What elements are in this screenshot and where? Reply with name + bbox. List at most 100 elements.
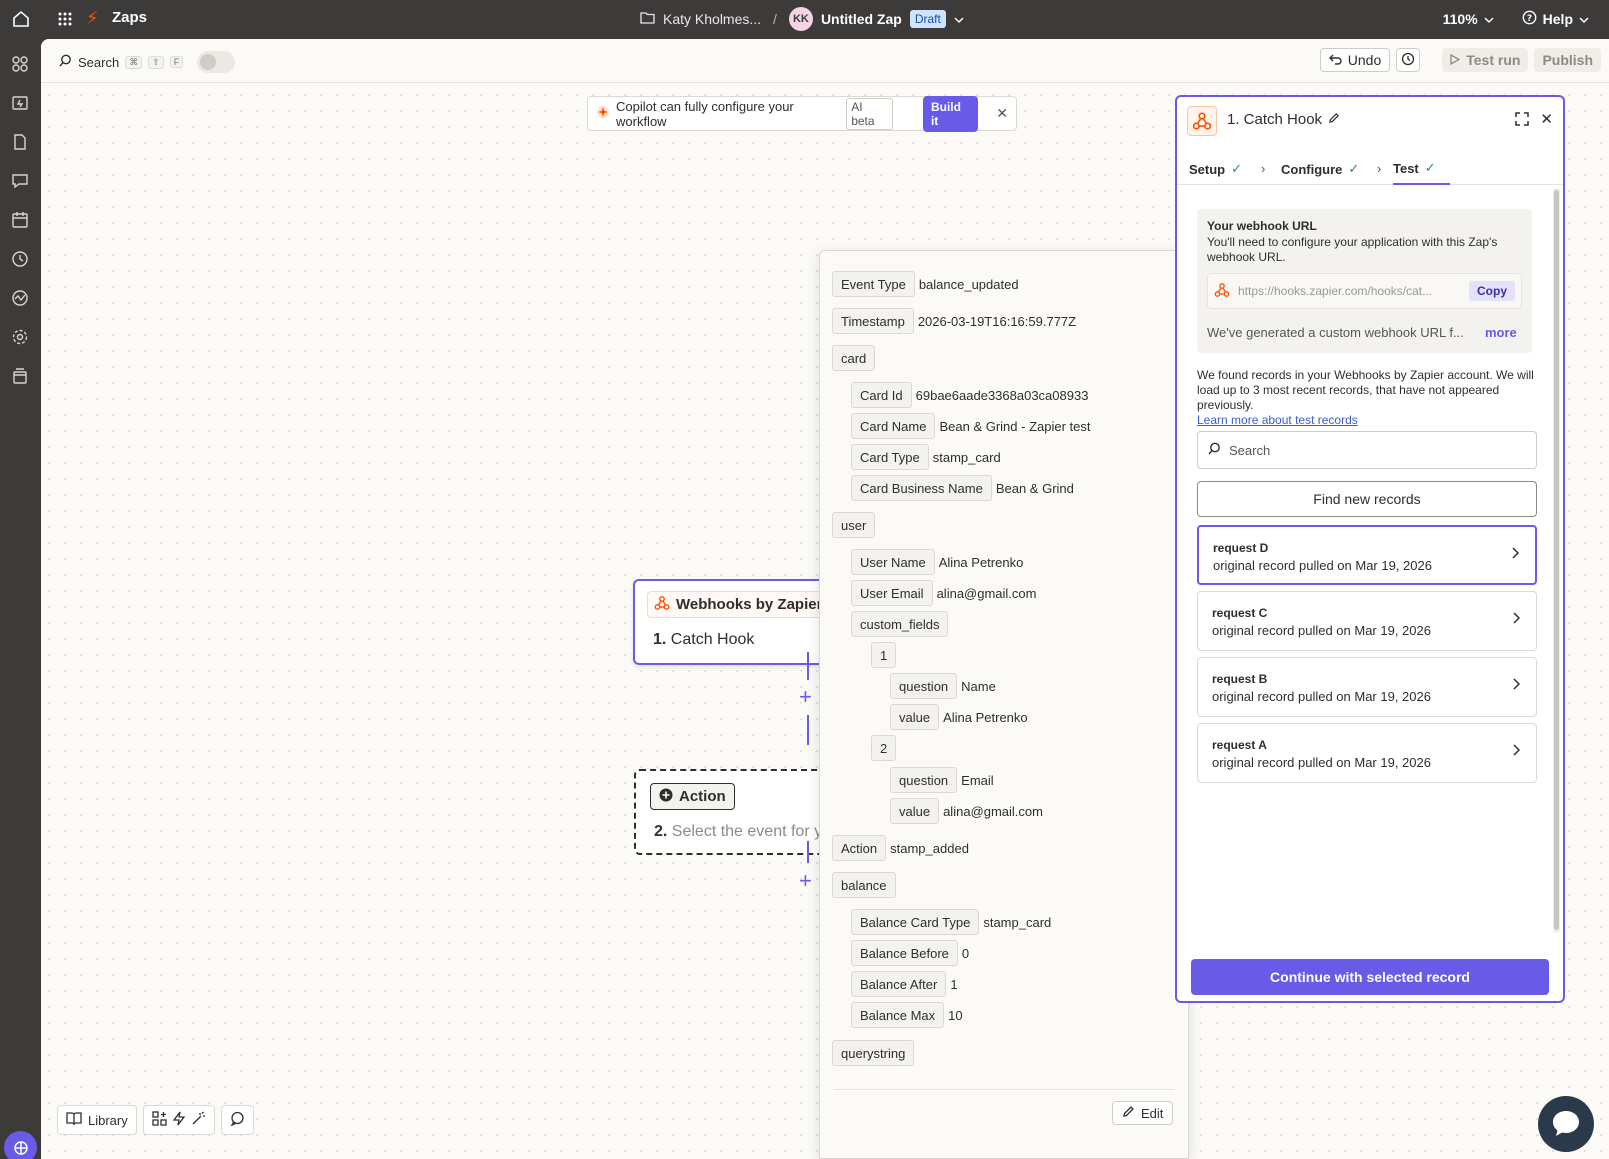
find-new-records-button[interactable]: Find new records bbox=[1197, 481, 1537, 517]
record-item[interactable]: request B original record pulled on Mar … bbox=[1197, 657, 1537, 717]
group-key[interactable]: card bbox=[832, 345, 876, 371]
canvas-icon[interactable] bbox=[9, 209, 31, 231]
expand-icon[interactable] bbox=[1515, 112, 1529, 129]
add-app-icon[interactable] bbox=[152, 1111, 167, 1129]
test-run-button[interactable]: Test run bbox=[1442, 48, 1529, 72]
canvas-search-button[interactable]: Search ⌘ ⇧ F bbox=[59, 51, 236, 73]
record-item[interactable]: request C original record pulled on Mar … bbox=[1197, 591, 1537, 651]
comment-icon bbox=[230, 1111, 245, 1129]
top-bar: ⚡ Zaps Katy Kholmes... / KK Untitled Zap… bbox=[0, 0, 1609, 37]
shortcut-key: ⌘ bbox=[125, 55, 143, 69]
field-key[interactable]: Card Id bbox=[851, 382, 912, 408]
close-icon[interactable]: ✕ bbox=[1540, 110, 1553, 128]
panel-title[interactable]: 1. Catch Hook bbox=[1227, 111, 1340, 128]
field-key[interactable]: Balance Max bbox=[851, 1002, 945, 1028]
record-field: question Name bbox=[890, 673, 996, 699]
help-menu[interactable]: ? Help bbox=[1522, 10, 1589, 28]
record-item[interactable]: request D original record pulled on Mar … bbox=[1197, 525, 1537, 585]
field-key[interactable]: Balance After bbox=[851, 971, 947, 997]
group-key[interactable]: 1 bbox=[871, 642, 897, 668]
field-key[interactable]: Card Business Name bbox=[851, 475, 992, 501]
bottom-toolbar: Library bbox=[57, 1105, 254, 1135]
zoom-select[interactable]: 110% bbox=[1443, 11, 1494, 27]
chevron-down-icon[interactable] bbox=[954, 11, 964, 27]
bolt-icon[interactable] bbox=[172, 1111, 186, 1129]
edit-button[interactable]: Edit bbox=[1112, 1101, 1174, 1125]
canvas-toggle[interactable] bbox=[197, 51, 236, 73]
continue-with-selected-record-button[interactable]: Continue with selected record bbox=[1191, 959, 1549, 995]
divider bbox=[834, 1089, 1174, 1090]
zaps-icon[interactable] bbox=[9, 53, 31, 75]
tab-configure[interactable]: Configure ✓ bbox=[1281, 153, 1359, 185]
group-key[interactable]: balance bbox=[832, 872, 896, 898]
undo-button[interactable]: Undo bbox=[1319, 48, 1391, 72]
tab-test[interactable]: Test ✓ bbox=[1393, 153, 1450, 185]
field-key[interactable]: Balance Before bbox=[851, 940, 958, 966]
comment-button[interactable] bbox=[220, 1105, 254, 1135]
history-icon[interactable] bbox=[9, 248, 31, 270]
field-key[interactable]: User Email bbox=[851, 580, 933, 606]
tables-icon[interactable] bbox=[9, 131, 31, 153]
build-it-button[interactable]: Build it bbox=[922, 95, 979, 132]
field-key[interactable]: value bbox=[890, 704, 940, 730]
field-key[interactable]: User Name bbox=[851, 549, 935, 575]
panel-tabs: Setup ✓ › Configure ✓ › Test ✓ bbox=[1177, 153, 1563, 185]
panel-scrollbar[interactable] bbox=[1553, 188, 1560, 933]
magic-icon[interactable] bbox=[191, 1111, 206, 1129]
transfers-icon[interactable] bbox=[9, 92, 31, 114]
action-step-number: 2. bbox=[654, 823, 668, 840]
zap-canvas[interactable]: Search ⌘ ⇧ F Undo Test run Publish Copil… bbox=[41, 39, 1609, 1159]
version-history-button[interactable] bbox=[1396, 48, 1421, 72]
archive-icon[interactable] bbox=[9, 365, 31, 387]
activity-icon[interactable] bbox=[9, 287, 31, 309]
tab-setup[interactable]: Setup ✓ bbox=[1189, 153, 1242, 185]
folder-link[interactable]: Katy Kholmes... bbox=[663, 11, 761, 27]
field-key[interactable]: question bbox=[890, 767, 958, 793]
home-icon[interactable] bbox=[8, 6, 34, 32]
field-key[interactable]: Card Type bbox=[851, 444, 929, 470]
add-step-plus-icon[interactable]: + bbox=[799, 870, 812, 892]
field-key[interactable]: Event Type bbox=[832, 271, 915, 297]
pencil-icon[interactable] bbox=[1328, 111, 1340, 128]
field-key[interactable]: Balance Card Type bbox=[851, 909, 980, 935]
chevron-right-icon bbox=[1511, 547, 1520, 562]
settings-icon[interactable] bbox=[9, 326, 31, 348]
publish-button[interactable]: Publish bbox=[1534, 48, 1601, 72]
field-key[interactable]: question bbox=[890, 673, 958, 699]
copilot-logo-icon[interactable] bbox=[4, 1131, 37, 1159]
copy-button[interactable]: Copy bbox=[1469, 281, 1515, 301]
group-key[interactable]: querystring bbox=[832, 1040, 915, 1066]
record-item[interactable]: request A original record pulled on Mar … bbox=[1197, 723, 1537, 783]
record-field: question Email bbox=[890, 767, 994, 793]
library-button[interactable]: Library bbox=[57, 1105, 137, 1135]
group-key[interactable]: custom_fields bbox=[851, 611, 949, 637]
field-key[interactable]: value bbox=[890, 798, 940, 824]
field-value: 69bae6aade3368a03ca08933 bbox=[915, 387, 1089, 403]
chevron-right-icon bbox=[1512, 678, 1521, 693]
zap-title[interactable]: Untitled Zap bbox=[821, 11, 902, 27]
breadcrumb: Katy Kholmes... / KK Untitled Zap Draft bbox=[640, 6, 964, 32]
app-name[interactable]: Zaps bbox=[112, 9, 147, 26]
check-icon: ✓ bbox=[1424, 160, 1436, 175]
action-pill: Action bbox=[650, 783, 735, 810]
record-field: value alina@gmail.com bbox=[890, 798, 1043, 824]
group-key[interactable]: user bbox=[832, 512, 876, 538]
add-step-plus-icon[interactable]: + bbox=[799, 686, 812, 708]
webhook-url-field[interactable]: https://hooks.zapier.com/hooks/cat... Co… bbox=[1207, 273, 1522, 309]
avatar[interactable]: KK bbox=[788, 7, 813, 31]
webhook-url-text: https://hooks.zapier.com/hooks/cat... bbox=[1238, 284, 1433, 298]
field-value: stamp_added bbox=[890, 840, 969, 856]
record-name: request C bbox=[1212, 606, 1268, 620]
status-badge: Draft bbox=[909, 10, 946, 28]
close-icon[interactable]: ✕ bbox=[996, 105, 1008, 122]
support-chat-button[interactable] bbox=[1538, 1096, 1594, 1152]
app-grid-icon[interactable] bbox=[52, 6, 78, 32]
interfaces-icon[interactable] bbox=[9, 170, 31, 192]
field-key[interactable]: Action bbox=[832, 835, 887, 861]
field-key[interactable]: Timestamp bbox=[832, 308, 914, 334]
group-key[interactable]: 2 bbox=[871, 735, 897, 761]
records-search-input[interactable]: Search bbox=[1197, 431, 1537, 469]
learn-more-link[interactable]: Learn more about test records bbox=[1197, 413, 1537, 428]
field-key[interactable]: Card Name bbox=[851, 413, 936, 439]
more-link[interactable]: more bbox=[1485, 325, 1517, 340]
